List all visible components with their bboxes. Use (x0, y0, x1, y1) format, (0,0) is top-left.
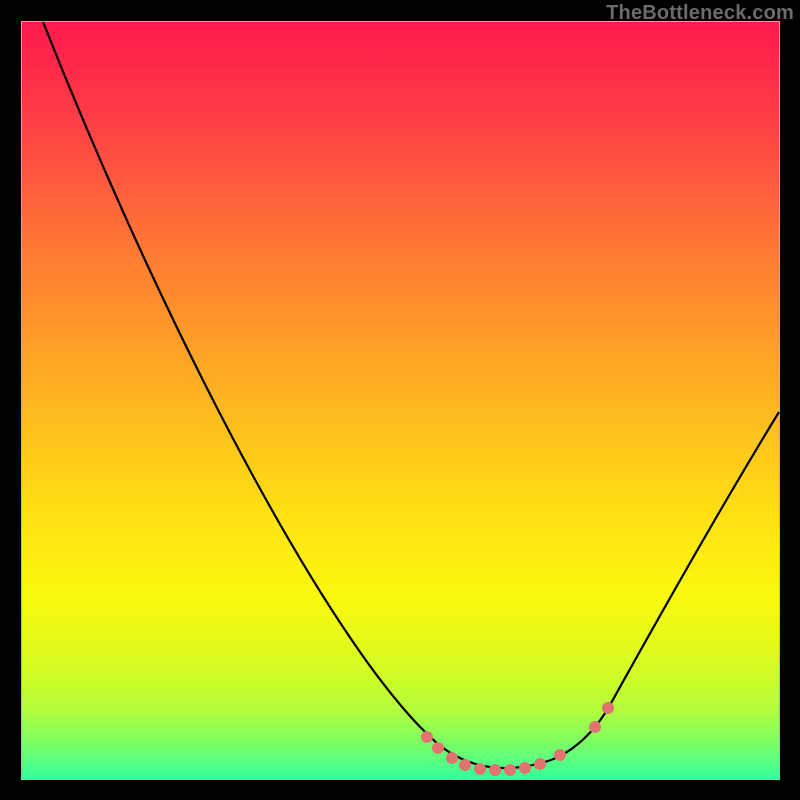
watermark-text: TheBottleneck.com (606, 2, 794, 25)
gradient-plot-area (21, 21, 780, 780)
chart-canvas: TheBottleneck.com (0, 0, 800, 800)
